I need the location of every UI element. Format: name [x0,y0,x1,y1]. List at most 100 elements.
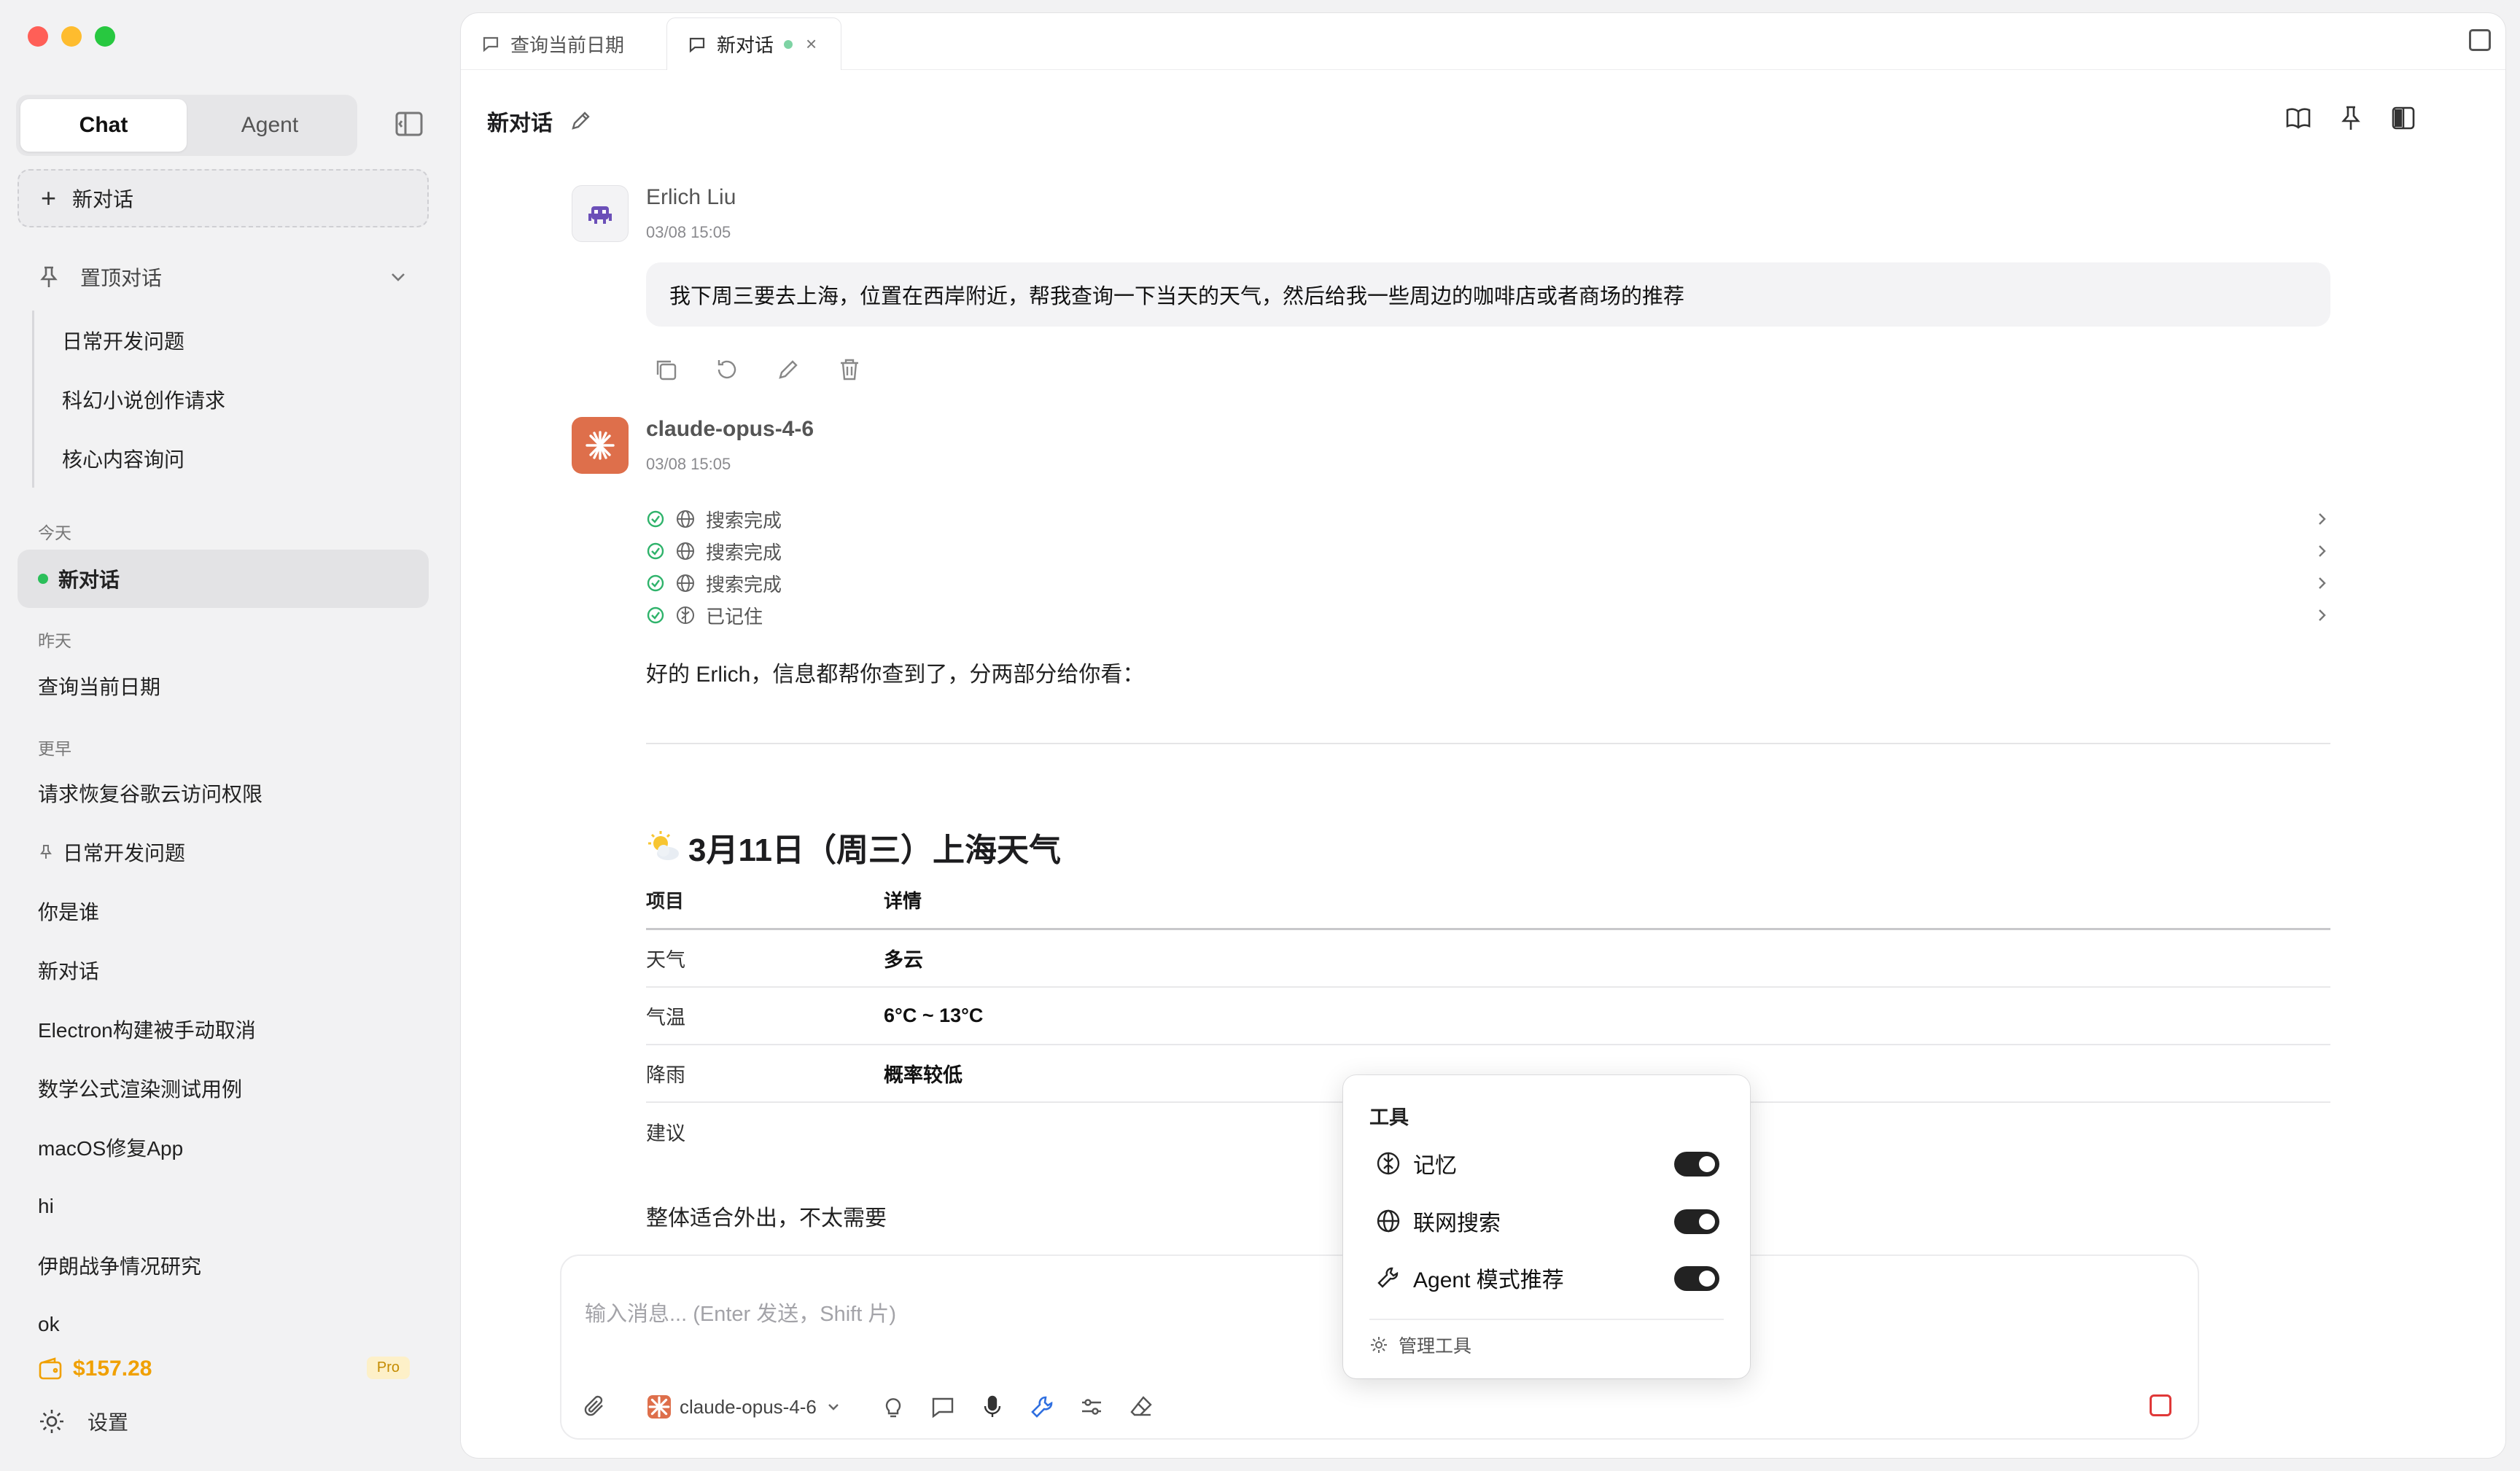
chat-item[interactable]: Electron构建被手动取消 [38,1011,256,1047]
edit-icon[interactable] [774,356,802,383]
split-view-icon[interactable] [2389,104,2418,133]
model-selector[interactable]: claude-opus-4-6 [648,1395,841,1419]
claude-logo-icon [586,431,615,460]
agent-mode-toggle[interactable] [1674,1266,1719,1291]
chat-item[interactable]: 查询当前日期 [38,668,160,704]
chat-item-active[interactable]: 新对话 [18,550,429,608]
tools-popup-title: 工具 [1369,1107,1409,1128]
tab-query-date[interactable]: 查询当前日期 [461,17,662,70]
chat-item-pinned[interactable]: 日常开发问题 [38,834,185,870]
book-icon[interactable] [2284,104,2313,133]
check-circle-icon [647,574,664,592]
chat-item[interactable]: hi [38,1188,54,1225]
message-input-placeholder[interactable]: 输入消息... (Enter 发送，Shift 片) [585,1297,896,1327]
trash-icon[interactable] [836,356,863,383]
wrench-icon[interactable] [1028,1393,1056,1421]
chat-item[interactable]: macOS修复App [38,1129,183,1166]
close-tab-icon[interactable]: × [806,33,817,55]
chat-item[interactable]: ok [38,1306,60,1343]
reply-intro-text: 好的 Erlich，信息都帮你查到了，分两部分给你看： [646,663,1145,687]
pinned-section-toggle[interactable]: 置顶对话 [36,260,416,294]
pin-icon[interactable] [2336,104,2365,133]
conversation-title: 新对话 [487,105,592,137]
tool-step-label: 搜索完成 [706,573,782,596]
active-dot [38,574,48,584]
sidebar-collapse-icon[interactable] [394,111,424,137]
globe-icon [1377,1209,1400,1233]
chevron-right-icon [2319,609,2326,621]
chat-item[interactable]: 数学公式渲染测试用例 [38,1070,242,1107]
brain-icon [1377,1152,1400,1175]
new-chat-button[interactable]: + 新对话 [18,169,429,227]
assistant-name: claude-opus-4-6 [646,417,814,441]
tool-step[interactable]: 搜索完成 [646,503,2330,535]
tool-step-label: 搜索完成 [706,509,782,531]
manage-tools-label: 管理工具 [1399,1336,1472,1357]
tool-agent-mode-row[interactable]: Agent 模式推荐 [1375,1257,1719,1298]
table-row: 天气 多云 [646,930,2330,988]
tool-step[interactable]: 已记住 [646,599,2330,631]
tool-step[interactable]: 搜索完成 [646,535,2330,567]
globe-icon [677,542,694,560]
tool-steps: 搜索完成 搜索完成 搜索完成 已记住 [646,503,2330,631]
pinned-item[interactable]: 日常开发问题 [62,311,225,370]
microphone-icon[interactable] [979,1393,1006,1421]
table-cell: 6°C ~ 13°C [884,1004,984,1026]
close-window-button[interactable] [28,26,48,47]
chevron-right-icon [2319,545,2326,557]
chat-item[interactable]: 新对话 [38,952,99,988]
copy-icon[interactable] [652,356,680,383]
minimize-window-button[interactable] [61,26,82,47]
pin-icon [40,845,52,859]
tool-web-search-row[interactable]: 联网搜索 [1375,1201,1719,1241]
tab-new-chat[interactable]: 新对话 × [666,17,841,70]
manage-tools-button[interactable]: 管理工具 [1369,1332,1471,1358]
model-name: claude-opus-4-6 [680,1395,817,1418]
balance-amount: $157.28 [73,1357,152,1381]
layout-toggle-icon[interactable] [2469,29,2491,51]
user-name: Erlich Liu [646,185,736,209]
memory-toggle[interactable] [1674,1152,1719,1177]
check-circle-icon [647,606,664,624]
chat-bubble-icon[interactable] [929,1393,957,1421]
stop-button[interactable] [2150,1394,2171,1416]
chat-bubble-icon [483,36,499,52]
section-label-earlier: 更早 [38,739,71,758]
chevron-right-icon [2319,513,2326,525]
chat-item[interactable]: 伊朗战争情况研究 [38,1247,201,1284]
table-cell: 建议 [646,1123,685,1144]
tool-step[interactable]: 搜索完成 [646,567,2330,599]
settings-button[interactable]: 设置 [38,1407,128,1436]
retry-icon[interactable] [713,356,741,383]
sun-cloud-icon [648,831,679,860]
user-avatar [572,185,629,242]
eraser-icon[interactable] [1127,1393,1155,1421]
chat-item[interactable]: 请求恢复谷歌云访问权限 [38,775,262,811]
pinned-item[interactable]: 核心内容询问 [62,429,225,488]
paperclip-icon[interactable] [582,1393,610,1421]
table-cell: 多云 [884,949,923,971]
tool-step-label: 搜索完成 [706,541,782,563]
mode-switch: Chat Agent [16,95,357,156]
tools-popup: 工具 记忆 联网搜索 Agent 模式推荐 管理工具 [1343,1075,1750,1378]
pinned-item[interactable]: 科幻小说创作请求 [62,370,225,429]
lightbulb-icon[interactable] [879,1393,907,1421]
message-actions [652,356,863,383]
tool-label: 记忆 [1413,1154,1457,1178]
pinned-header-label: 置顶对话 [80,267,163,289]
pencil-icon[interactable] [569,109,592,133]
status-dot [784,39,793,49]
gear-icon [1371,1337,1387,1353]
web-search-toggle[interactable] [1674,1209,1719,1234]
tool-memory-row[interactable]: 记忆 [1375,1143,1719,1184]
globe-icon [677,574,694,592]
zoom-window-button[interactable] [95,26,115,47]
tab-label: 查询当前日期 [510,34,625,56]
pin-icon [40,266,58,287]
chat-item[interactable]: 你是谁 [38,893,99,929]
sliders-icon[interactable] [1078,1393,1105,1421]
table-cell: 天气 [646,949,685,971]
mode-chat-tab[interactable]: Chat [20,99,187,152]
mode-agent-tab[interactable]: Agent [187,99,353,152]
balance-row[interactable]: $157.28 Pro [38,1352,410,1386]
